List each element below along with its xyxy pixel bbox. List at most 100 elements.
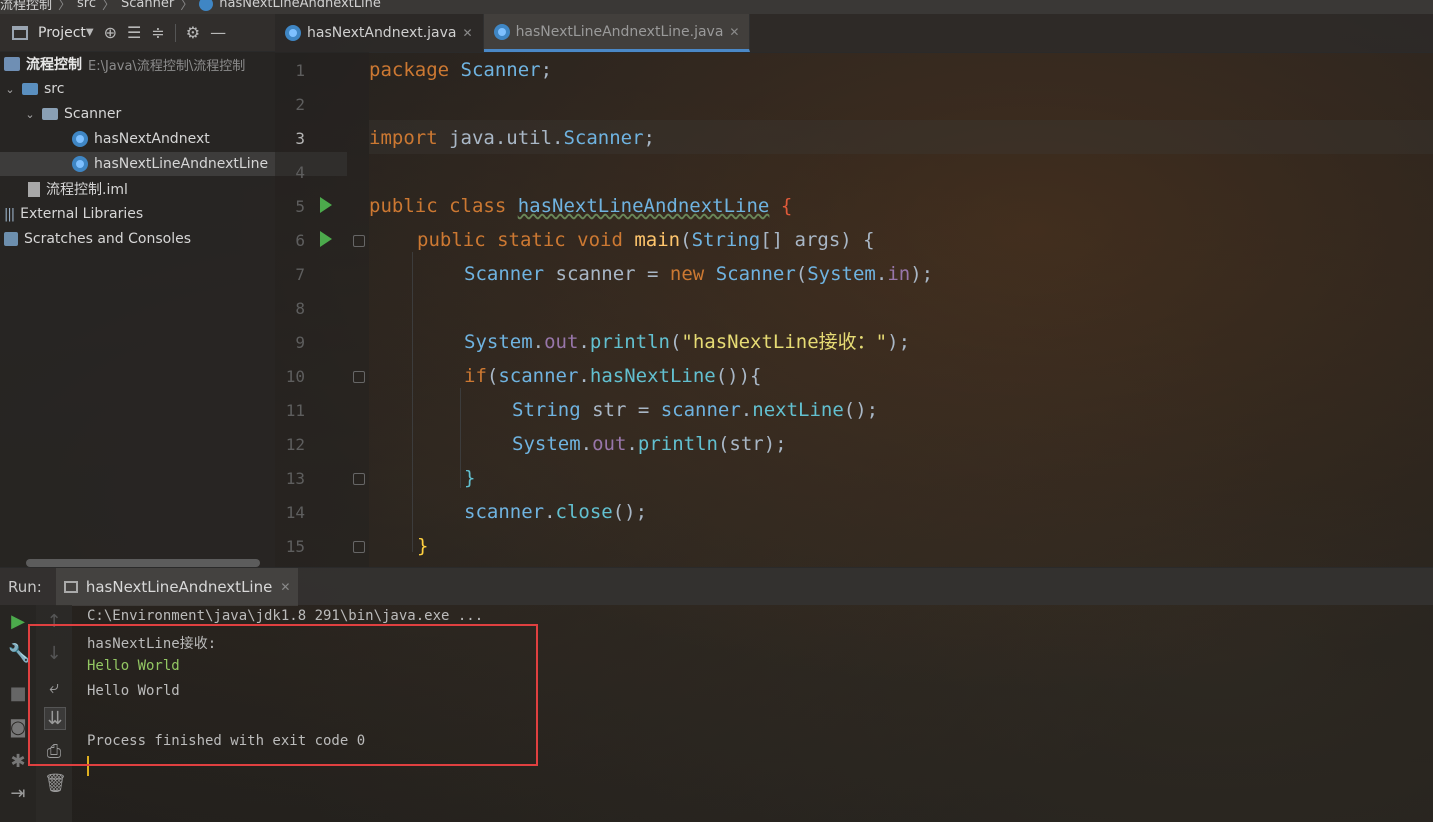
editor-tabs: hasNextAndnext.java ✕ hasNextLineAndnext… [275,14,1433,53]
source-folder-icon [22,83,38,95]
class-icon [72,131,88,147]
code-line-13: } [464,467,476,489]
fold-marker-icon[interactable] [353,541,365,553]
package-icon [42,108,58,120]
horizontal-scrollbar[interactable] [26,559,260,567]
toolbar-divider [174,23,176,42]
breadcrumb-separator: 〉 [102,0,116,13]
breadcrumb-item-package[interactable]: Scanner [121,0,174,11]
rerun-icon[interactable]: ▶ [8,611,28,632]
fold-marker-icon[interactable] [353,235,365,247]
exit-icon[interactable]: ⇥ [8,783,28,804]
tab-label: hasNextLineAndnextLine.java [515,23,724,40]
editor-gutter: 1 2 3 4 5 6 7 8 9 10 11 12 13 14 15 [275,52,369,567]
run-label: Run: [8,577,42,596]
trash-icon[interactable]: 🗑 [44,773,67,794]
fold-marker-icon[interactable] [353,371,365,383]
highlight-box [28,624,538,766]
tree-item-label: 流程控制.iml [46,182,128,198]
console-line: C:\Environment\java\jdk1.8 291\bin\java.… [87,608,484,624]
close-icon[interactable]: ✕ [729,25,739,39]
run-gutter-icon[interactable] [320,197,332,213]
collapse-all-icon[interactable]: ≑ [151,23,164,42]
camera-icon[interactable]: ◙ [8,717,28,738]
tree-item-external-libraries[interactable]: ||| External Libraries [0,202,279,226]
code-editor[interactable]: package Scanner; import java.util.Scanne… [369,52,1433,567]
close-icon[interactable]: ✕ [463,26,473,40]
line-number: 2 [295,95,305,114]
tree-item-src[interactable]: ⌄ src [0,77,279,101]
line-number: 12 [285,435,305,454]
line-number: 15 [285,537,305,556]
tree-item-label: Scratches and Consoles [24,231,191,247]
tree-item-label: hasNextLineAndnextLine [94,156,269,172]
fold-marker-icon[interactable] [353,473,365,485]
project-toolbar: Project ▼ ⊕ ☰ ≑ ⚙ — [0,14,275,52]
breadcrumb-item-src[interactable]: src [77,0,96,11]
code-line-1: package Scanner; [369,59,553,81]
tree-item-label: hasNextAndnext [94,131,210,147]
code-line-3: import java.util.Scanner; [369,127,655,149]
wrench-icon[interactable]: 🔧 [8,643,30,664]
breadcrumb-item-class[interactable]: hasNextLineAndnextLine [219,0,381,11]
breadcrumb-item-root[interactable]: 流程控制 [0,0,52,13]
line-number: 7 [295,265,305,284]
chevron-down-icon[interactable]: ⌄ [4,83,16,96]
tree-item-label: src [44,81,65,97]
indent-guide [412,252,413,552]
class-icon [72,156,88,172]
stop-icon[interactable]: ■ [8,683,28,704]
breadcrumb-separator: 〉 [180,0,194,13]
line-number: 9 [295,333,305,352]
line-number: 4 [295,163,305,182]
run-tab-label: hasNextLineAndnextLine [85,577,273,596]
dropdown-icon[interactable]: ▼ [86,27,94,38]
line-number: 14 [285,503,305,522]
indent-guide [460,388,461,488]
settings-icon[interactable]: ✱ [8,751,28,772]
module-folder-icon [4,57,20,71]
project-icon [12,25,28,40]
line-number: 11 [285,401,305,420]
library-icon: ||| [4,206,15,222]
tab-label: hasNextAndnext.java [307,25,457,41]
code-line-11: String str = scanner.nextLine(); [512,399,879,421]
code-line-15: } [417,535,429,557]
tree-item-root[interactable]: 流程控制 E:\Java\流程控制\流程控制 [0,52,279,76]
class-icon [285,25,301,41]
close-icon[interactable]: ✕ [280,580,290,594]
line-number: 13 [285,469,305,488]
console-icon [63,580,78,593]
line-number: 5 [295,197,305,216]
root-path: E:\Java\流程控制\流程控制 [88,58,246,74]
tree-item-package[interactable]: ⌄ Scanner [0,102,299,126]
locate-icon[interactable]: ⊕ [104,23,117,42]
run-panel-header: Run: hasNextLineAndnextLine ✕ [0,567,1433,606]
tree-item-label: Scanner [64,106,122,122]
code-line-12: System.out.println(str); [512,433,787,455]
run-tab[interactable]: hasNextLineAndnextLine ✕ [55,567,299,606]
line-number: 10 [285,367,305,386]
class-icon [199,0,214,11]
project-view-selector[interactable]: Project [38,25,86,41]
run-gutter-icon[interactable] [320,231,332,247]
project-panel: 流程控制 E:\Java\流程控制\流程控制 ⌄ src ⌄ Scanner h… [0,52,347,567]
gear-icon[interactable]: ⚙ [186,23,200,42]
breadcrumb-separator: 〉 [58,0,72,13]
line-number: 6 [295,231,305,250]
breadcrumb: 流程控制 〉 src 〉 Scanner 〉 hasNextLineAndnex… [0,0,1433,14]
tab-hasnextandnext[interactable]: hasNextAndnext.java ✕ [275,14,484,52]
code-line-6: public static void main(String[] args) { [417,229,875,251]
tab-hasnextlineandnextline[interactable]: hasNextLineAndnextLine.java ✕ [483,14,751,52]
code-line-5: public class hasNextLineAndnextLine { [369,195,793,217]
tree-item-scratches[interactable]: Scratches and Consoles [0,227,279,251]
chevron-down-icon[interactable]: ⌄ [24,108,36,121]
tree-item-iml[interactable]: 流程控制.iml [0,177,303,201]
iml-file-icon [28,181,40,197]
code-line-7: Scanner scanner = new Scanner(System.in)… [464,263,934,285]
scratches-icon [4,232,18,246]
expand-all-icon[interactable]: ☰ [127,23,141,42]
tree-item-label: 流程控制 [26,57,82,73]
code-line-14: scanner.close(); [464,501,648,523]
minimize-icon[interactable]: — [210,23,226,42]
